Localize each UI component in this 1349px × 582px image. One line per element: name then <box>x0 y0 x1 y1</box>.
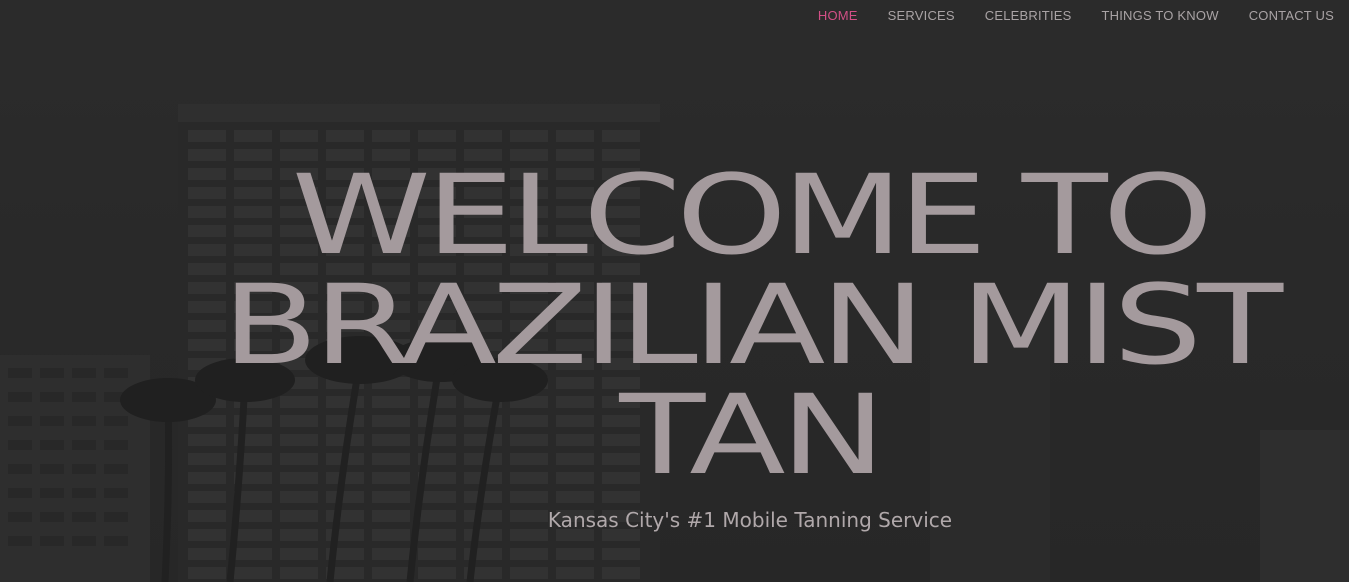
nav-link-home[interactable]: HOME <box>818 8 858 23</box>
nav-link-celebrities[interactable]: CELEBRITIES <box>985 8 1072 23</box>
hero-subtitle: Kansas City's #1 Mobile Tanning Service <box>547 508 953 532</box>
hero-section: HOME SERVICES CELEBRITIES THINGS TO KNOW CON… <box>0 0 1349 582</box>
hero-title-line: TAN <box>619 371 885 499</box>
hero-title-line: WELCOME TO <box>291 151 1214 279</box>
nav-link-contact-us[interactable]: CONTACT US <box>1249 8 1334 23</box>
nav-link-services[interactable]: SERVICES <box>888 8 955 23</box>
main-navigation: HOME SERVICES CELEBRITIES THINGS TO KNOW CON… <box>788 0 1349 30</box>
hero-title-line: BRAZILIAN MIST <box>221 261 1283 389</box>
hero-title: WELCOME TO BRAZILIAN MIST TAN <box>0 160 1349 490</box>
nav-link-things-to-know[interactable]: THINGS TO KNOW <box>1102 8 1219 23</box>
